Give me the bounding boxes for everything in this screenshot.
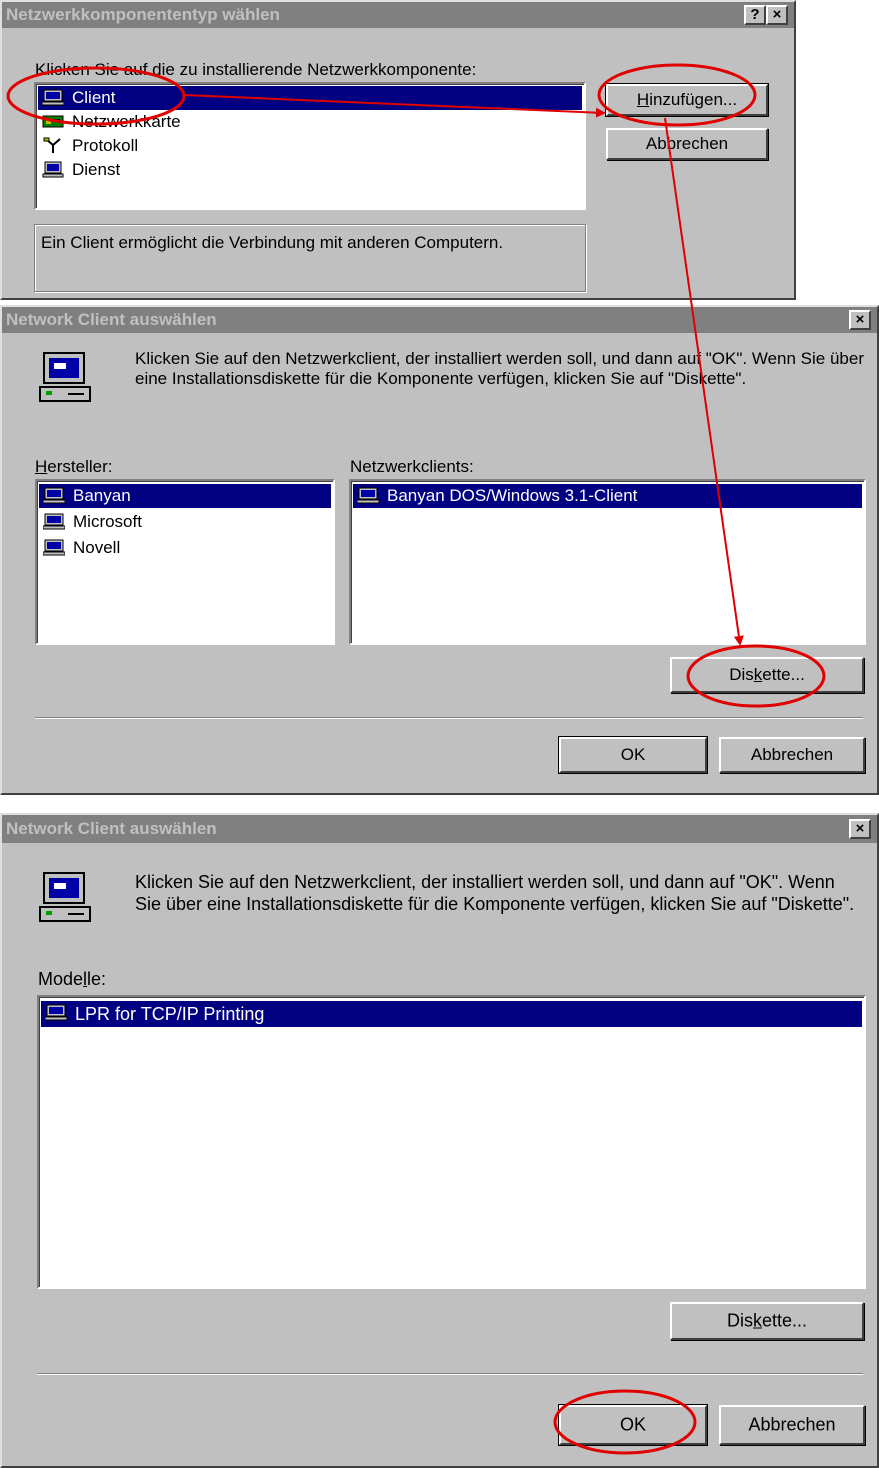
list-item-service[interactable]: Dienst (38, 158, 582, 182)
manufacturer-label: Hersteller: (35, 457, 113, 476)
component-type-dialog: Netzwerkkomponententyp wählen ? × Klicke… (0, 0, 796, 300)
list-item-protocol[interactable]: Protokoll (38, 134, 582, 158)
ok-button[interactable]: OK (558, 736, 708, 774)
info-text: Klicken Sie auf den Netzwerkclient, der … (135, 349, 864, 388)
add-button[interactable]: Hinzufügen... (605, 83, 769, 117)
description-box: Ein Client ermöglicht die Verbindung mit… (34, 224, 586, 292)
network-client-models-dialog: Network Client auswählen × Klicken Sie a… (0, 813, 879, 1468)
item-label: Client (72, 88, 116, 107)
component-prompt: Klicken Sie auf die zu installierende Ne… (35, 60, 477, 79)
description-text: Ein Client ermöglicht die Verbindung mit… (41, 233, 504, 252)
list-item-lpr[interactable]: LPR for TCP/IP Printing (41, 1001, 862, 1027)
network-client-icon (43, 539, 65, 556)
network-client-dialog: Network Client auswählen × Klicken Sie a… (0, 305, 879, 795)
item-label: Novell (73, 538, 121, 557)
dialog-titlebar: Netzwerkkomponententyp wählen ? × (2, 2, 794, 28)
info-text: Klicken Sie auf den Netzwerkclient, der … (135, 872, 855, 914)
network-client-icon (43, 513, 65, 530)
disk-button-label: Diskette... (726, 1310, 808, 1331)
item-label: Banyan (73, 486, 131, 505)
disk-button[interactable]: Diskette... (670, 657, 864, 693)
cancel-button-label: Abbrechen (748, 1414, 836, 1435)
separator (37, 1373, 863, 1375)
ok-button-label: OK (620, 745, 646, 764)
dialog-title: Netzwerkkomponententyp wählen (6, 5, 280, 24)
item-label: Banyan DOS/Windows 3.1-Client (387, 486, 638, 505)
ok-button-label: OK (619, 1414, 646, 1435)
item-label: LPR for TCP/IP Printing (75, 1004, 265, 1024)
list-item-network-adapter[interactable]: Netzwerkkarte (38, 110, 582, 134)
disk-button[interactable]: Diskette... (670, 1302, 864, 1340)
cancel-button[interactable]: Abbrechen (719, 1405, 865, 1445)
item-label: Netzwerkkarte (72, 112, 181, 131)
close-button[interactable]: × (766, 5, 788, 25)
clients-label: Netzwerkclients: (350, 457, 474, 476)
list-item-banyan[interactable]: Banyan (39, 484, 331, 508)
network-client-icon (39, 352, 91, 402)
network-client-icon (43, 487, 65, 504)
models-label: Modelle: (38, 969, 107, 989)
item-label: Protokoll (72, 136, 139, 155)
help-button[interactable]: ? (744, 5, 766, 25)
list-item-banyan-client[interactable]: Banyan DOS/Windows 3.1-Client (353, 484, 862, 508)
cancel-button[interactable]: Abbrechen (719, 737, 865, 773)
network-client-icon (357, 487, 379, 504)
network-client-icon (39, 872, 91, 922)
list-item-novell[interactable]: Novell (39, 536, 331, 560)
close-button[interactable]: × (849, 819, 871, 839)
cancel-button[interactable]: Abbrechen (606, 128, 768, 160)
item-label: Microsoft (73, 512, 142, 531)
separator (35, 717, 863, 719)
cancel-button-label: Abbrechen (750, 745, 834, 764)
protocol-icon (43, 137, 61, 153)
manufacturer-list[interactable]: Banyan Microsoft Novell (35, 479, 335, 645)
item-label: Dienst (72, 160, 121, 179)
service-icon (42, 161, 64, 178)
close-button[interactable]: × (849, 310, 871, 330)
add-button-label: Hinzufügen... (636, 90, 738, 109)
dialog-title: Network Client auswählen (6, 310, 217, 329)
dialog-titlebar: Network Client auswählen × (2, 307, 877, 333)
network-client-icon (45, 1004, 67, 1021)
dialog-title: Network Client auswählen (6, 819, 217, 838)
models-list[interactable]: LPR for TCP/IP Printing (37, 995, 866, 1289)
clients-list[interactable]: Banyan DOS/Windows 3.1-Client (349, 479, 866, 645)
list-item-microsoft[interactable]: Microsoft (39, 510, 331, 534)
ok-button[interactable]: OK (558, 1404, 708, 1446)
cancel-button-label: Abbrechen (645, 134, 729, 153)
network-client-icon (42, 89, 64, 106)
component-list[interactable]: Client Netzwerkkarte Protokoll Dienst (34, 82, 586, 210)
disk-button-label: Diskette... (729, 665, 805, 684)
dialog-titlebar: Network Client auswählen × (2, 815, 877, 843)
network-adapter-icon (42, 115, 64, 128)
list-item-client[interactable]: Client (38, 86, 582, 110)
